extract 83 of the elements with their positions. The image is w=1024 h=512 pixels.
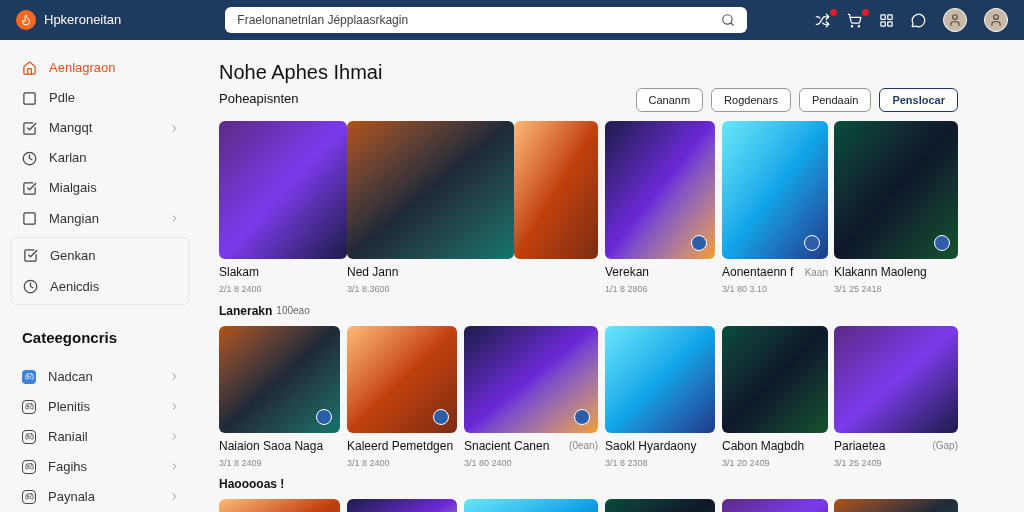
nav-icon <box>22 90 37 106</box>
game-title: Saokl Hyardaony <box>605 437 697 455</box>
sidebar-item[interactable]: Genkan <box>12 240 188 272</box>
game-date: 3/1 8 2400 <box>347 456 391 470</box>
category-icon <box>22 399 36 414</box>
game-date: 3/1 8 2409 <box>219 456 263 470</box>
badge-icon <box>691 235 707 251</box>
game-title: Kaleerd Pemetdgen <box>347 437 454 455</box>
game-title: Aonentaenn f <box>722 264 794 281</box>
game-title: Verekan <box>605 264 650 281</box>
game-date: 2/1 8 2400 <box>219 283 263 296</box>
sidebar-item[interactable]: Paynala <box>0 481 200 512</box>
game-art[interactable] <box>722 121 828 259</box>
sidebar-item[interactable]: Mialgais <box>0 173 200 204</box>
nav-icon <box>23 279 38 295</box>
sidebar-item[interactable]: Aenlagraon <box>0 53 200 84</box>
game-title: Slakam <box>219 264 259 281</box>
game-title: Cabon Magbdh <box>722 437 805 455</box>
game-art[interactable] <box>514 121 598 259</box>
cart-icon[interactable] <box>847 8 869 28</box>
game-art[interactable] <box>347 121 514 259</box>
nav-icon <box>23 248 38 264</box>
sidebar-item[interactable]: Mangian <box>0 203 200 234</box>
game-date: 3/1 8 2308 <box>605 456 649 470</box>
section-heading: Lanerakn <box>219 302 273 320</box>
nav-icon <box>22 210 37 226</box>
section-heading: Cateegoncris <box>21 328 119 349</box>
logo-icon <box>16 10 36 30</box>
badge-icon <box>433 408 449 425</box>
category-icon <box>22 429 36 444</box>
game-art[interactable] <box>605 121 715 259</box>
section-heading: Haooooas ! <box>219 476 285 493</box>
game-title: Snacient Canen <box>464 437 550 455</box>
sidebar-item[interactable]: Raniail <box>0 421 200 452</box>
game-title: Ned Jann <box>347 264 399 281</box>
nav-icon <box>22 120 37 136</box>
game-note: Kaan <box>804 265 828 280</box>
category-icon <box>22 459 36 474</box>
game-art[interactable] <box>219 325 340 433</box>
game-art[interactable] <box>464 325 598 433</box>
game-note: (Gap) <box>932 439 958 453</box>
category-icon <box>22 369 36 384</box>
search-field[interactable]: Fraelonanetnlan Jépplaasrkagin <box>225 7 748 33</box>
game-art[interactable] <box>605 325 715 433</box>
nav-icon <box>22 60 37 76</box>
badge-icon <box>804 235 820 251</box>
nav-icon <box>22 180 37 196</box>
game-date: 1/1 8 2806 <box>605 283 649 296</box>
badge-icon <box>934 235 950 251</box>
page-title: Nohe Aphes Ihmai <box>219 60 384 85</box>
app-name: Hpkeroneitan <box>44 11 122 30</box>
game-title: Naiaion Saoa Naga <box>219 437 324 455</box>
game-date: 3/1 80 2400 <box>464 456 513 470</box>
avatar[interactable] <box>984 8 1008 32</box>
badge-icon <box>574 408 590 425</box>
game-date: 3/1 8.3600 <box>347 283 391 296</box>
game-art[interactable] <box>347 325 457 433</box>
game-date: 3/1 25 2409 <box>834 456 883 470</box>
game-date: 3/1 80 3.10 <box>722 283 769 296</box>
game-note: (0ean) <box>569 439 598 453</box>
game-title: Pariaetea <box>834 437 886 455</box>
filter-tab[interactable]: Cananm <box>635 88 704 112</box>
shuffle-icon[interactable] <box>815 8 837 28</box>
sidebar-item[interactable]: Nadcan <box>0 361 200 392</box>
sidebar-item[interactable]: Fagihs <box>0 451 200 482</box>
filter-tab[interactable]: Rogdenars <box>711 88 791 112</box>
game-title: Klakann Maoleng <box>834 264 927 281</box>
sidebar-item[interactable]: Pdle <box>0 83 200 114</box>
sidebar-item[interactable]: Plenitis <box>0 391 200 422</box>
avatar[interactable] <box>943 8 967 32</box>
filter-tab[interactable]: Pendaain <box>798 88 872 112</box>
search-icon <box>721 13 736 27</box>
game-date: 3/1 20 2409 <box>722 456 771 470</box>
nav-icon <box>22 150 37 166</box>
game-date: 3/1 25 2418 <box>834 283 883 296</box>
section-count: 100eao <box>276 304 310 318</box>
badge-icon <box>316 408 332 425</box>
page-subtitle: Poheapisnten <box>219 89 299 108</box>
sidebar-item[interactable]: Aenicdis <box>12 271 188 303</box>
category-icon <box>22 490 36 504</box>
sidebar-item[interactable]: Karlan <box>0 143 200 174</box>
sidebar-item[interactable]: Mangqt <box>0 113 200 144</box>
filter-tab[interactable]: Penslocar <box>879 88 958 112</box>
